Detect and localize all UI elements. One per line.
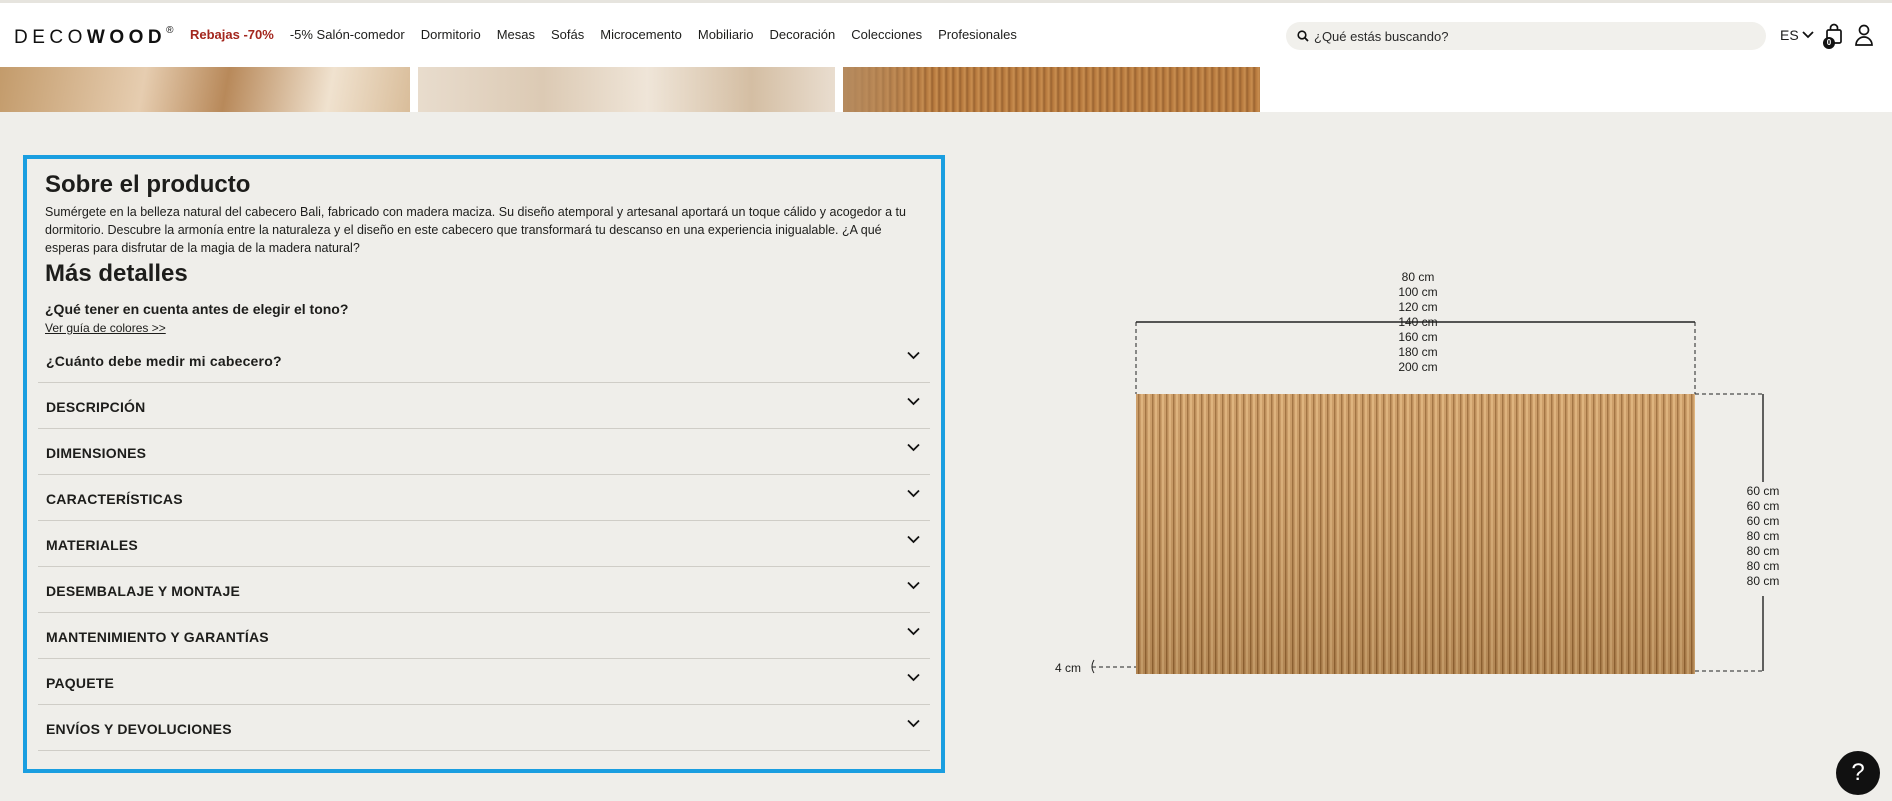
gallery-image-1[interactable]	[0, 67, 410, 112]
nav-item-profesionales[interactable]: Profesionales	[938, 27, 1017, 42]
height-label: 80 cm	[1747, 559, 1780, 573]
search-icon	[1297, 30, 1309, 42]
height-label: 60 cm	[1747, 484, 1780, 498]
width-label: 160 cm	[1398, 330, 1437, 344]
accordion-label: DESCRIPCIÓN	[46, 399, 146, 415]
width-label: 140 cm	[1398, 315, 1437, 329]
site-header: DECOWOOD® Rebajas -70% -5% Salón-comedor…	[0, 3, 1892, 67]
chevron-down-icon	[907, 673, 920, 682]
accordion-dimensiones[interactable]: DIMENSIONES	[38, 429, 930, 475]
language-label: ES	[1780, 27, 1799, 43]
accordion-label: CARACTERÍSTICAS	[46, 491, 183, 507]
nav-item-microcemento[interactable]: Microcemento	[600, 27, 682, 42]
about-title: Sobre el producto	[45, 171, 251, 198]
nav-item-colecciones[interactable]: Colecciones	[851, 27, 922, 42]
accordion-label: DESEMBALAJE Y MONTAJE	[46, 583, 241, 599]
nav-item-dormitorio[interactable]: Dormitorio	[421, 27, 481, 42]
search-bar	[1286, 22, 1766, 50]
height-options: 60 cm 60 cm 60 cm 80 cm 80 cm 80 cm 80 c…	[1747, 484, 1780, 588]
color-guide-link[interactable]: Ver guía de colores >>	[45, 321, 166, 335]
accordion-materiales[interactable]: MATERIALES	[38, 521, 930, 567]
accordion-label: ¿Cuánto debe medir mi cabecero?	[46, 353, 282, 369]
about-description: Sumérgete en la belleza natural del cabe…	[45, 205, 906, 255]
width-label: 180 cm	[1398, 345, 1437, 359]
search-input[interactable]	[1314, 26, 1754, 46]
gallery-image-2[interactable]	[418, 67, 835, 112]
chevron-down-icon	[907, 443, 920, 452]
cart-button[interactable]: 0	[1823, 23, 1846, 49]
accordion-paquete[interactable]: PAQUETE	[38, 659, 930, 705]
headboard-dimension-diagram: 80 cm 100 cm 120 cm 140 cm 160 cm 180 cm…	[1040, 260, 1820, 680]
accordion-label: ENVÍOS Y DEVOLUCIONES	[46, 721, 232, 737]
chevron-down-icon	[907, 719, 920, 728]
chevron-down-icon	[907, 535, 920, 544]
nav-item-salon-comedor[interactable]: -5% Salón-comedor	[290, 27, 405, 42]
height-label: 80 cm	[1747, 529, 1780, 543]
accordion-size-guide[interactable]: ¿Cuánto debe medir mi cabecero?	[38, 337, 930, 383]
chevron-down-icon	[907, 351, 920, 360]
height-label: 60 cm	[1747, 499, 1780, 513]
height-label: 80 cm	[1747, 574, 1780, 588]
gallery-image-3[interactable]	[843, 67, 1260, 112]
chevron-down-icon	[907, 627, 920, 636]
accordion-envios[interactable]: ENVÍOS Y DEVOLUCIONES	[38, 705, 930, 751]
account-button[interactable]	[1855, 24, 1873, 51]
nav-item-mesas[interactable]: Mesas	[497, 27, 535, 42]
height-label: 80 cm	[1747, 544, 1780, 558]
width-label: 120 cm	[1398, 300, 1437, 314]
accordion-desembalaje[interactable]: DESEMBALAJE Y MONTAJE	[38, 567, 930, 613]
accordion-descripcion[interactable]: DESCRIPCIÓN	[38, 383, 930, 429]
accordion-mantenimiento[interactable]: MANTENIMIENTO Y GARANTÍAS	[38, 613, 930, 659]
more-details-title: Más detalles	[45, 260, 188, 287]
accordion-label: PAQUETE	[46, 675, 115, 691]
depth-label: 4 cm	[1055, 661, 1081, 675]
width-label: 100 cm	[1398, 285, 1437, 299]
chevron-down-icon	[907, 489, 920, 498]
user-icon	[1855, 24, 1873, 46]
accordion-label: MATERIALES	[46, 537, 138, 553]
cart-count-badge: 0	[1823, 37, 1835, 49]
product-gallery-strip	[0, 67, 1892, 112]
width-label: 80 cm	[1402, 270, 1435, 284]
nav-item-mobiliario[interactable]: Mobiliario	[698, 27, 754, 42]
width-options: 80 cm 100 cm 120 cm 140 cm 160 cm 180 cm…	[1398, 270, 1437, 374]
nav-item-sofas[interactable]: Sofás	[551, 27, 584, 42]
accordion-label: MANTENIMIENTO Y GARANTÍAS	[46, 629, 269, 645]
chevron-down-icon	[907, 397, 920, 406]
site-logo[interactable]: DECOWOOD®	[14, 25, 174, 49]
tone-question: ¿Qué tener en cuenta antes de elegir el …	[45, 301, 349, 317]
chevron-down-icon	[1802, 31, 1814, 39]
language-selector[interactable]: ES	[1780, 27, 1814, 43]
nav-item-decoracion[interactable]: Decoración	[770, 27, 836, 42]
product-info-panel: Sobre el producto Sumérgete en la bellez…	[23, 155, 945, 773]
accordion-caracteristicas[interactable]: CARACTERÍSTICAS	[38, 475, 930, 521]
accordion-label: DIMENSIONES	[46, 445, 147, 461]
chevron-down-icon	[907, 581, 920, 590]
help-button[interactable]: ?	[1836, 751, 1880, 795]
main-nav: Rebajas -70% -5% Salón-comedor Dormitori…	[190, 27, 1017, 42]
dimension-drawing: 80 cm 100 cm 120 cm 140 cm 160 cm 180 cm…	[1055, 270, 1780, 675]
nav-item-rebajas[interactable]: Rebajas -70%	[190, 27, 274, 42]
height-label: 60 cm	[1747, 514, 1780, 528]
width-label: 200 cm	[1398, 360, 1437, 374]
